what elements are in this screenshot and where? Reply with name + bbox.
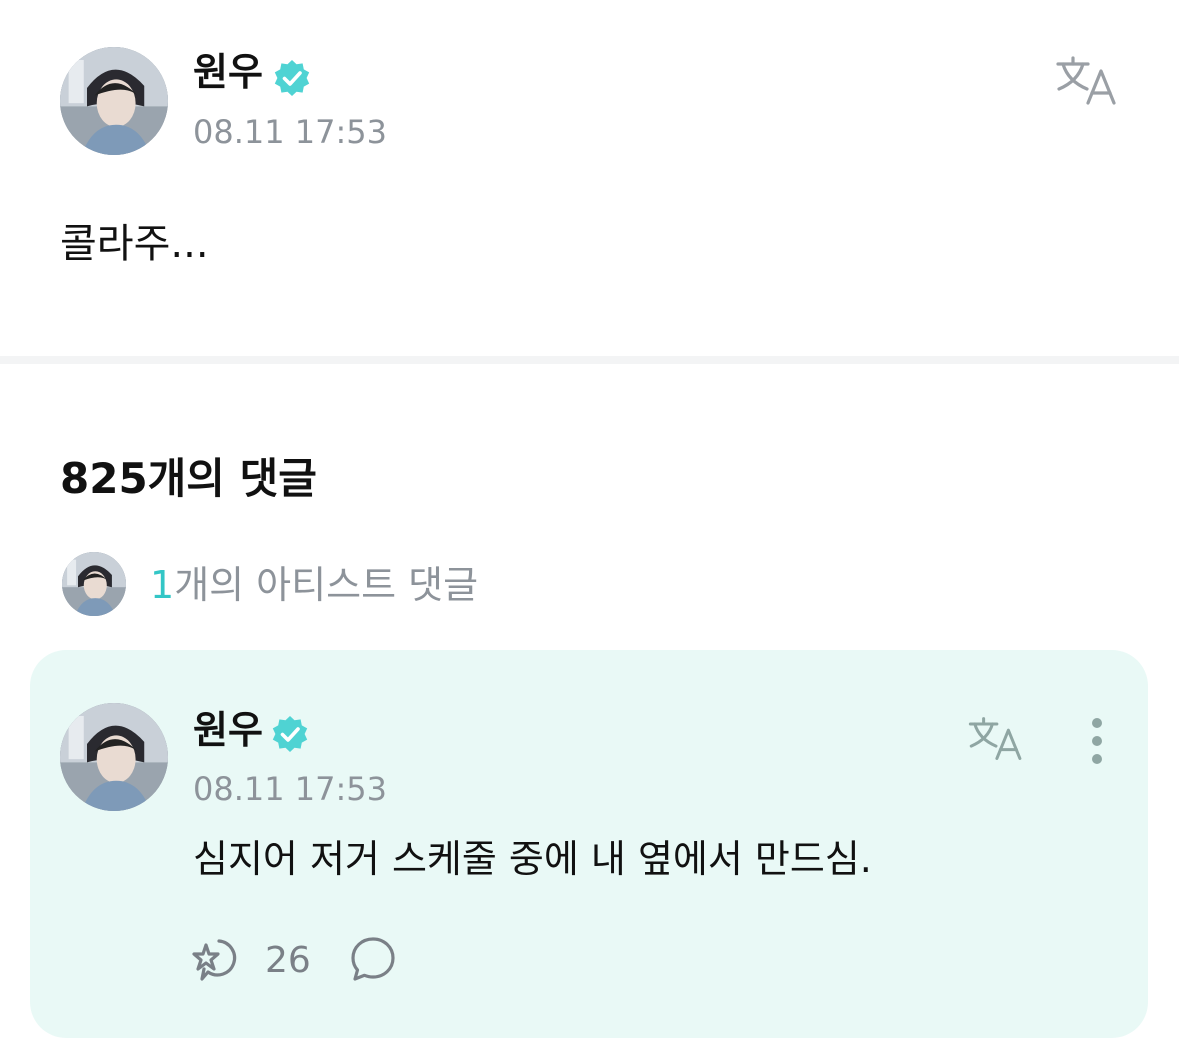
- like-icon[interactable]: [192, 935, 246, 985]
- comment-author-avatar[interactable]: [60, 703, 168, 811]
- artist-comments-link[interactable]: 1개의 아티스트 댓글: [150, 566, 478, 604]
- avatar-image: [60, 47, 168, 155]
- comment-timestamp: 08.11 17:53: [193, 770, 387, 808]
- artist-comment-count: 1: [150, 563, 175, 607]
- like-count: 26: [265, 940, 311, 981]
- artist-comment-label: 개의 아티스트 댓글: [174, 563, 479, 607]
- comments-count-title: 825개의 댓글: [60, 454, 317, 503]
- translate-icon[interactable]: [966, 716, 1026, 762]
- post-author-name[interactable]: 원우: [193, 53, 263, 91]
- section-divider: [0, 356, 1179, 364]
- artist-comment-avatar[interactable]: [62, 552, 126, 616]
- more-vertical-icon[interactable]: [1080, 716, 1114, 768]
- post-timestamp: 08.11 17:53: [193, 113, 387, 151]
- avatar-image: [62, 552, 126, 616]
- translate-icon[interactable]: [1054, 55, 1120, 107]
- avatar-image: [60, 703, 168, 811]
- verified-badge-icon: [272, 58, 312, 98]
- comment-author-name[interactable]: 원우: [193, 711, 263, 749]
- post-body-text: 콜라주...: [60, 221, 209, 267]
- reply-icon[interactable]: [349, 935, 397, 983]
- post-author-avatar[interactable]: [60, 47, 168, 155]
- comment-body-text: 심지어 저거 스케줄 중에 내 옆에서 만드심.: [193, 837, 872, 881]
- verified-badge-icon: [270, 714, 310, 754]
